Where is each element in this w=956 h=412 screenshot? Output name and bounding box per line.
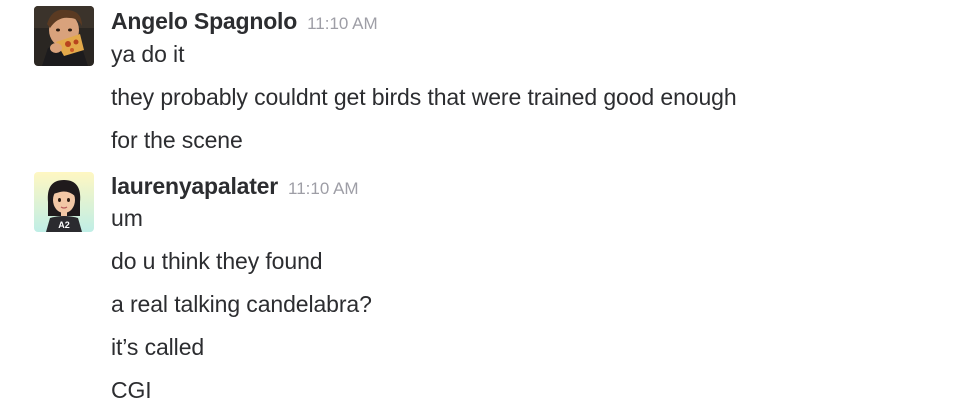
message-text: um: [111, 205, 143, 231]
message-text: they probably couldnt get birds that wer…: [111, 84, 737, 110]
message-timestamp[interactable]: 11:10 AM: [288, 179, 359, 198]
message-timestamp[interactable]: 11:10 AM: [307, 14, 378, 33]
message-text: ya do it: [111, 41, 185, 67]
message-text: CGI: [111, 377, 152, 403]
message-text: for the scene: [111, 127, 243, 153]
user-avatar[interactable]: A2: [34, 172, 94, 232]
message-header: Angelo Spagnolo 11:10 AM: [111, 8, 378, 35]
avatar-illustration-icon: A2: [34, 172, 94, 232]
message-header: laurenyapalater 11:10 AM: [111, 173, 359, 200]
message-text: it’s called: [111, 334, 205, 360]
user-avatar[interactable]: [34, 6, 94, 66]
avatar-photo-icon: [34, 6, 94, 66]
message-text: do u think they found: [111, 248, 323, 274]
sender-name[interactable]: Angelo Spagnolo: [111, 8, 297, 34]
message-text: a real talking candelabra?: [111, 291, 372, 317]
svg-text:A2: A2: [58, 220, 70, 230]
sender-name[interactable]: laurenyapalater: [111, 173, 278, 199]
